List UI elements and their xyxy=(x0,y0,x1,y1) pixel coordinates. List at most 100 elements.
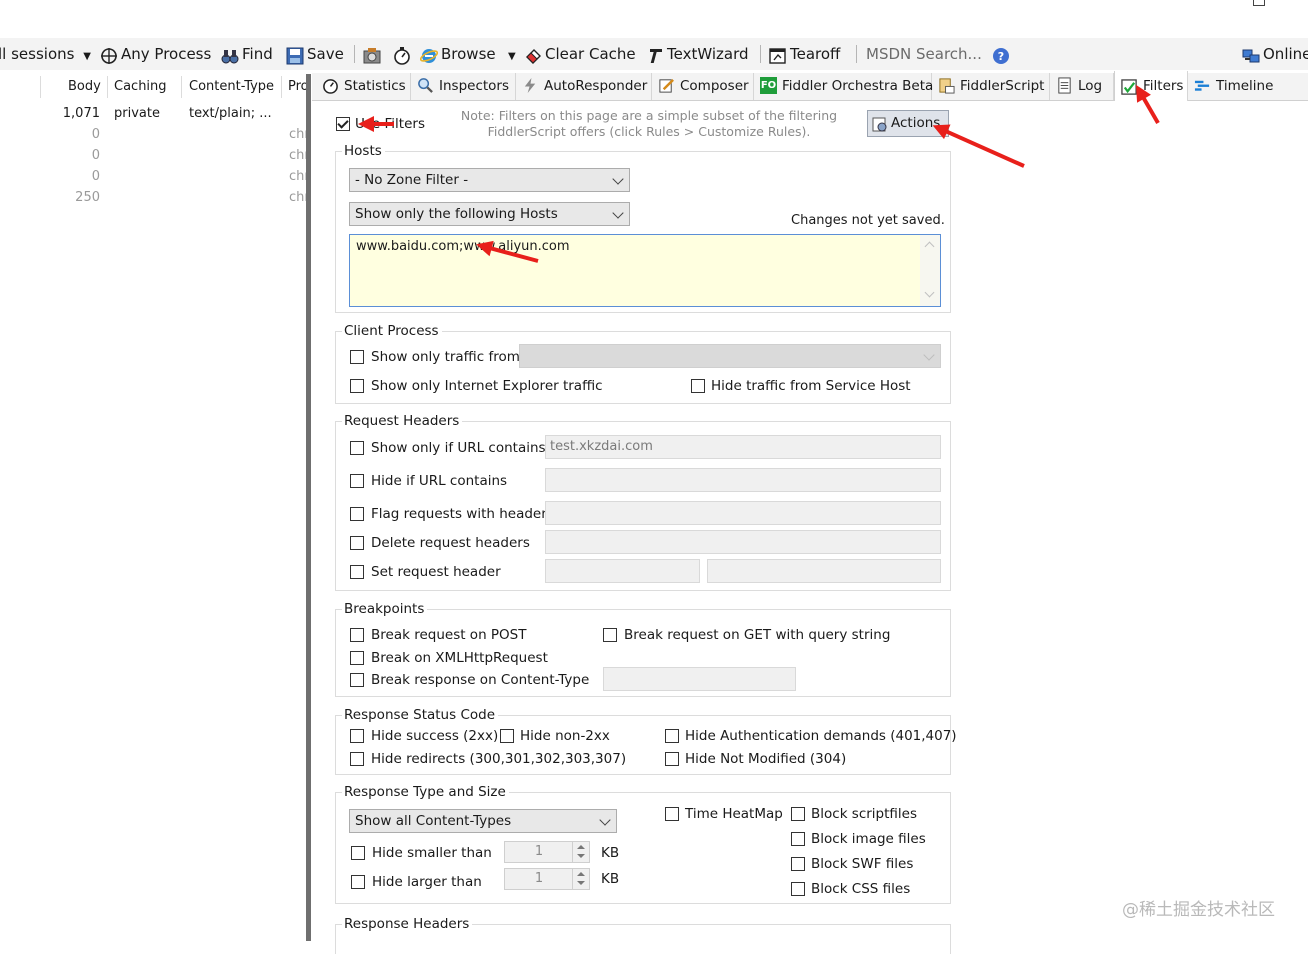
cell-process: chr xyxy=(289,169,306,184)
process-select[interactable] xyxy=(519,344,941,368)
flag-headers-input[interactable] xyxy=(545,501,941,525)
hide-url-checkbox[interactable] xyxy=(350,474,364,488)
break-get-query-checkbox[interactable] xyxy=(603,628,617,642)
break-content-type-checkbox[interactable] xyxy=(350,673,364,687)
hide-success-checkbox[interactable] xyxy=(350,729,364,743)
host-mode-select[interactable]: Show only the following Hosts xyxy=(349,202,630,226)
inspector-tab-strip: Statistics Inspectors AutoResponder Comp… xyxy=(312,71,1308,101)
save-icon xyxy=(286,44,304,64)
find-button[interactable]: Find xyxy=(221,38,273,70)
browse-dropdown[interactable]: ▼ xyxy=(508,38,516,70)
hide-not-modified-checkbox[interactable] xyxy=(665,752,679,766)
hide-success-label: Hide success (2xx) xyxy=(371,728,499,744)
textwizard-button[interactable]: TextWizard xyxy=(646,38,749,70)
tab-filters[interactable]: Filters xyxy=(1114,71,1188,101)
block-script-checkbox[interactable] xyxy=(791,807,805,821)
tab-fiddlerscript[interactable]: FiddlerScript xyxy=(932,73,1050,100)
delete-headers-label: Delete request headers xyxy=(371,535,530,551)
chevron-down-icon xyxy=(612,207,624,219)
lightning-icon xyxy=(522,77,539,94)
tab-timeline[interactable]: Timeline xyxy=(1188,73,1274,100)
show-only-traffic-checkbox[interactable] xyxy=(350,350,364,364)
column-header-body[interactable]: Body xyxy=(68,74,101,100)
block-swf-checkbox[interactable] xyxy=(791,857,805,871)
hide-larger-stepper[interactable]: 1 xyxy=(504,868,590,890)
save-button[interactable]: Save xyxy=(286,38,344,70)
tab-autoresponder[interactable]: AutoResponder xyxy=(516,73,652,100)
flag-headers-checkbox[interactable] xyxy=(350,507,364,521)
pencil-icon xyxy=(658,77,675,94)
tab-statistics[interactable]: Statistics xyxy=(316,73,411,100)
break-post-checkbox[interactable] xyxy=(350,628,364,642)
toolbar-separator xyxy=(760,45,761,63)
tab-log[interactable]: Log xyxy=(1050,73,1114,100)
window-restore-icon[interactable] xyxy=(1253,0,1265,6)
delete-headers-checkbox[interactable] xyxy=(350,536,364,550)
break-xhr-label: Break on XMLHttpRequest xyxy=(371,650,548,666)
cell-body: 250 xyxy=(75,190,100,205)
hide-url-input[interactable] xyxy=(545,468,941,492)
content-types-select[interactable]: Show all Content-Types xyxy=(349,809,617,833)
hide-service-host-checkbox[interactable] xyxy=(691,379,705,393)
msdn-search-input[interactable]: MSDN Search... xyxy=(866,38,982,70)
column-separator xyxy=(107,76,108,98)
hide-redirects-checkbox[interactable] xyxy=(350,752,364,766)
type-size-title: Response Type and Size xyxy=(342,783,509,801)
cell-content-type: text/plain; ... xyxy=(189,106,272,121)
set-header-name-input[interactable] xyxy=(545,559,700,583)
crosshair-icon xyxy=(100,44,118,64)
ie-globe-icon xyxy=(419,44,439,63)
tab-fiddler-orchestra[interactable]: FO Fiddler Orchestra Beta xyxy=(754,73,933,100)
annotation-arrow xyxy=(362,122,394,126)
cell-process: chr xyxy=(289,148,306,163)
tab-composer[interactable]: Composer xyxy=(652,73,754,100)
hosts-scrollbar[interactable] xyxy=(920,235,940,306)
url-contains-checkbox[interactable] xyxy=(350,441,364,455)
column-separator xyxy=(181,76,182,98)
column-header-process[interactable]: Pro xyxy=(288,74,306,100)
use-filters-checkbox[interactable] xyxy=(336,117,350,131)
response-headers-title: Response Headers xyxy=(342,915,473,933)
timer-button[interactable] xyxy=(393,38,414,70)
ie-only-checkbox[interactable] xyxy=(350,379,364,393)
break-xhr-checkbox[interactable] xyxy=(350,651,364,665)
zone-filter-select[interactable]: - No Zone Filter - xyxy=(349,168,630,192)
hide-smaller-stepper[interactable]: 1 xyxy=(504,841,590,863)
help-button[interactable]: ? xyxy=(992,38,1013,70)
delete-headers-input[interactable] xyxy=(545,530,941,554)
set-header-checkbox[interactable] xyxy=(350,565,364,579)
toolbar-separator xyxy=(354,45,355,63)
screenshot-button[interactable] xyxy=(363,38,384,70)
break-content-type-input[interactable] xyxy=(603,667,796,691)
tearoff-button[interactable]: Tearoff xyxy=(769,38,840,70)
column-header-caching[interactable]: Caching xyxy=(114,74,167,100)
hide-smaller-label: Hide smaller than xyxy=(372,845,492,861)
set-header-value-input[interactable] xyxy=(707,559,941,583)
hide-non2xx-checkbox[interactable] xyxy=(500,729,514,743)
clear-cache-button[interactable]: Clear Cache xyxy=(524,38,636,70)
sessions-dropdown[interactable]: ll sessions ▼ xyxy=(0,38,91,70)
hosts-textarea[interactable]: www.baidu.com;www.aliyun.com xyxy=(349,234,941,307)
hide-larger-checkbox[interactable] xyxy=(351,875,365,889)
script-file-icon xyxy=(938,77,955,94)
time-heatmap-checkbox[interactable] xyxy=(665,807,679,821)
column-header-content-type[interactable]: Content-Type xyxy=(189,74,274,100)
url-contains-input[interactable]: test.xkzdai.com xyxy=(545,435,941,459)
tab-inspectors[interactable]: Inspectors xyxy=(411,73,516,100)
browse-button[interactable]: Browse xyxy=(419,38,496,70)
changes-status: Changes not yet saved. xyxy=(791,213,945,228)
hide-auth-checkbox[interactable] xyxy=(665,729,679,743)
any-process-button[interactable]: Any Process xyxy=(100,38,211,70)
hosts-title: Hosts xyxy=(342,142,385,160)
online-status[interactable]: Online xyxy=(1242,38,1308,70)
scroll-down-icon[interactable] xyxy=(924,287,935,298)
spinner-arrows-icon[interactable] xyxy=(572,842,589,862)
cell-body: 0 xyxy=(91,127,100,142)
block-image-checkbox[interactable] xyxy=(791,832,805,846)
spinner-arrows-icon[interactable] xyxy=(572,869,589,889)
pane-splitter[interactable] xyxy=(306,74,311,941)
scroll-up-icon[interactable] xyxy=(924,241,935,252)
hide-smaller-checkbox[interactable] xyxy=(351,846,365,860)
block-css-checkbox[interactable] xyxy=(791,882,805,896)
breakpoints-title: Breakpoints xyxy=(342,600,428,618)
